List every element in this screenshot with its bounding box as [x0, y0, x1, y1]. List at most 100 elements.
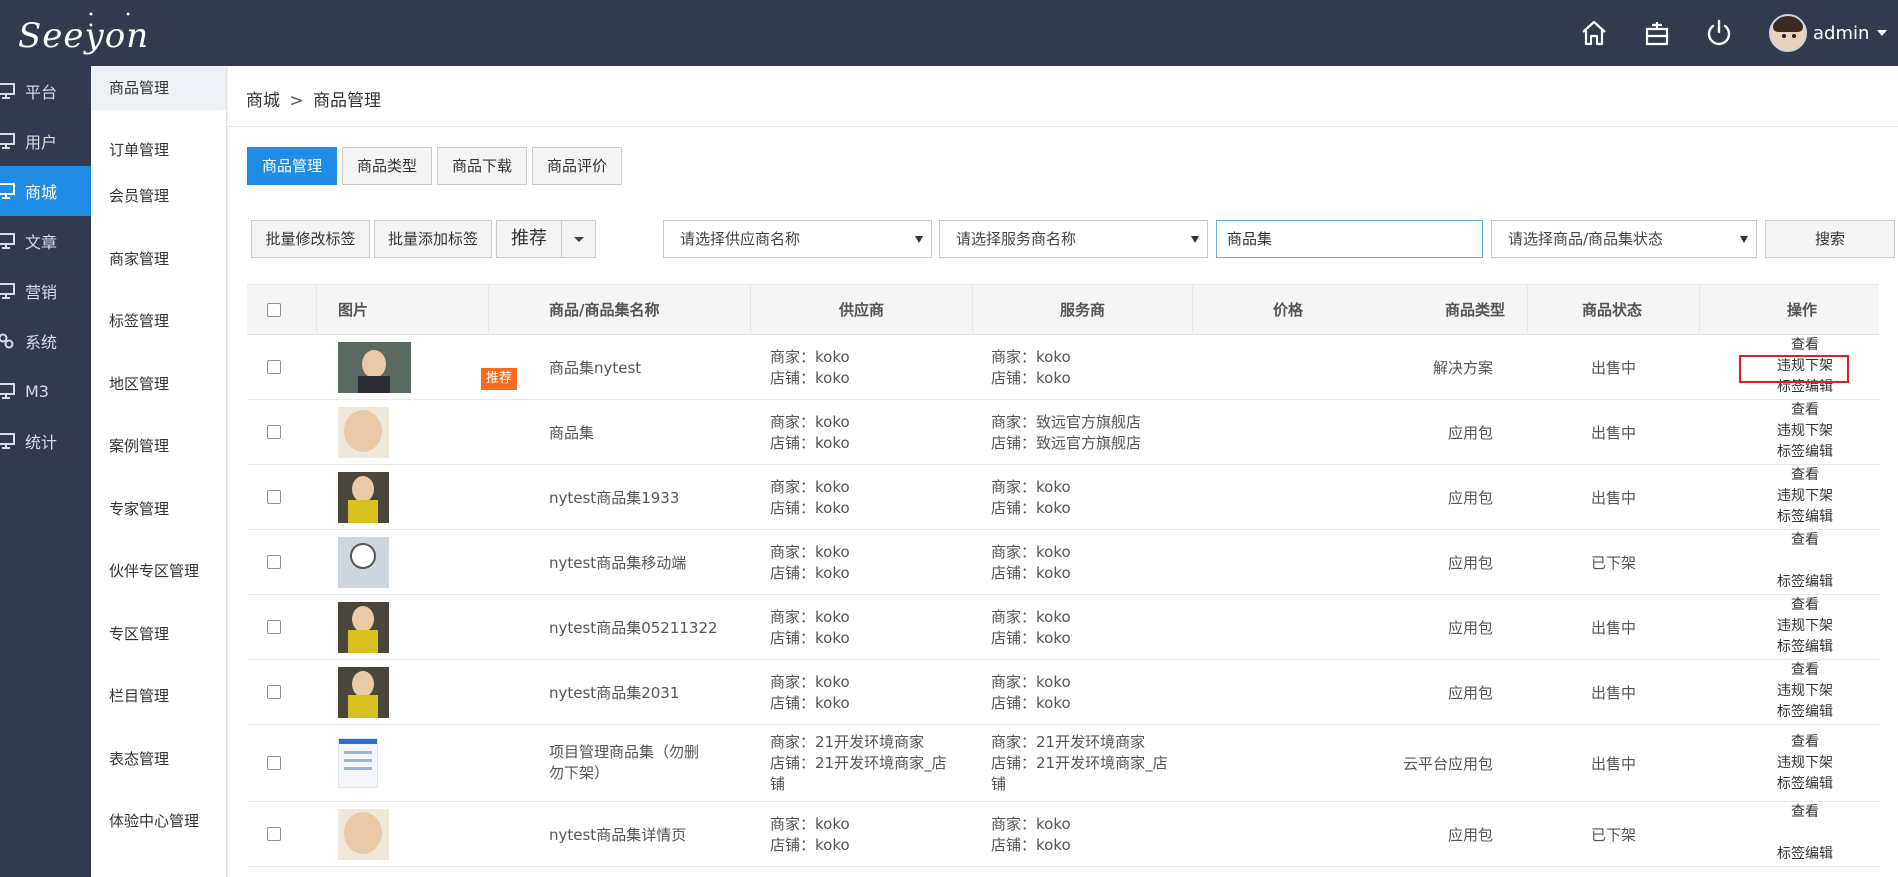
view-link[interactable]: 查看: [1745, 465, 1865, 486]
shop-icon[interactable]: [1642, 18, 1672, 48]
nav-item-platform[interactable]: 平台: [0, 66, 91, 116]
power-icon[interactable]: [1704, 18, 1734, 48]
table-row: nytest商品集1933 商家：koko 店铺：koko 商家：koko 店铺：k…: [247, 465, 1879, 530]
row-checkbox[interactable]: [267, 756, 281, 770]
recommend-button[interactable]: 推荐: [496, 220, 562, 258]
violation-remove-link[interactable]: 违规下架: [1745, 616, 1865, 637]
subnav-item-members[interactable]: 会员管理: [91, 165, 226, 228]
user-menu[interactable]: admin: [1769, 14, 1888, 52]
search-button[interactable]: 搜索: [1765, 220, 1895, 258]
nav-item-stats[interactable]: 统计: [0, 416, 91, 466]
tab-product-management[interactable]: 商品管理: [247, 147, 338, 185]
status-select[interactable]: 请选择商品/商品集状态: [1491, 220, 1757, 258]
breadcrumb-parent[interactable]: 商城: [246, 91, 280, 111]
service-shop: 店铺：致远官方旗舰店: [991, 434, 1142, 452]
product-type: 云平台应用包: [1402, 755, 1493, 773]
row-checkbox[interactable]: [267, 360, 281, 374]
brand-logo[interactable]: • • • Seeyon: [18, 10, 149, 56]
supplier-shop: 店铺：koko: [770, 694, 850, 712]
product-name: nytest商品集1933: [549, 489, 680, 507]
product-type: 应用包: [1447, 554, 1493, 572]
recommend-dropdown-toggle[interactable]: [561, 220, 596, 258]
violation-remove-link[interactable]: 违规下架: [1745, 356, 1865, 377]
subnav-item-cases[interactable]: 案例管理: [91, 415, 226, 478]
view-link[interactable]: 查看: [1745, 595, 1865, 616]
violation-remove-link[interactable]: 违规下架: [1745, 421, 1865, 442]
row-checkbox[interactable]: [267, 425, 281, 439]
search-input[interactable]: 商品集: [1216, 220, 1483, 258]
row-actions: 查看 违规下架 标签编辑: [1745, 732, 1865, 795]
subnav-item-zones[interactable]: 专区管理: [91, 603, 226, 666]
subnav-item-product-management[interactable]: 商品管理: [91, 66, 226, 110]
supplier-select[interactable]: 请选择供应商名称: [663, 220, 932, 258]
violation-remove-link[interactable]: [1745, 551, 1865, 572]
breadcrumb-current: 商品管理: [313, 91, 382, 111]
product-thumbnail: [338, 738, 378, 788]
tag-edit-link[interactable]: 标签编辑: [1745, 442, 1865, 463]
subnav-item-merchants[interactable]: 商家管理: [91, 228, 226, 291]
dropdown-arrow-icon: [1191, 236, 1199, 243]
nav-item-users[interactable]: 用户: [0, 116, 91, 166]
tag-edit-link[interactable]: 标签编辑: [1745, 844, 1865, 865]
row-checkbox[interactable]: [267, 555, 281, 569]
service-info: 商家：koko 店铺：koko: [991, 347, 1191, 389]
view-link[interactable]: 查看: [1745, 530, 1865, 551]
nav-item-marketing[interactable]: 营销: [0, 266, 91, 316]
row-checkbox[interactable]: [267, 490, 281, 504]
nav-label: 用户: [25, 133, 58, 152]
violation-remove-link[interactable]: 违规下架: [1745, 486, 1865, 507]
row-checkbox[interactable]: [267, 620, 281, 634]
row-actions: 查看 违规下架 标签编辑: [1745, 335, 1865, 398]
gears-icon: [0, 332, 15, 350]
home-icon[interactable]: [1579, 18, 1609, 48]
view-link[interactable]: 查看: [1745, 400, 1865, 421]
subnav-item-experience-center[interactable]: 体验中心管理: [91, 790, 226, 853]
violation-remove-link[interactable]: [1745, 823, 1865, 844]
violation-remove-link[interactable]: 违规下架: [1745, 753, 1865, 774]
violation-remove-link[interactable]: 违规下架: [1745, 681, 1865, 702]
divider: [228, 126, 1898, 127]
nav-item-m3[interactable]: M3: [0, 366, 91, 416]
tag-edit-link[interactable]: 标签编辑: [1745, 774, 1865, 795]
tag-edit-link[interactable]: 标签编辑: [1745, 702, 1865, 723]
subnav-item-columns[interactable]: 栏目管理: [91, 665, 226, 728]
subnav-item-partner-zone[interactable]: 伙伴专区管理: [91, 540, 226, 603]
breadcrumb: 商城 > 商品管理: [246, 86, 381, 111]
subnav-item-orders[interactable]: 订单管理: [91, 110, 226, 165]
supplier-select-value: 请选择供应商名称: [680, 230, 801, 248]
batch-add-tags-button[interactable]: 批量添加标签: [374, 220, 492, 258]
service-merchant: 商家：koko: [991, 543, 1071, 561]
filter-toolbar: 批量修改标签 批量添加标签 推荐 请选择供应商名称 请选择服务商名称 商品集 请…: [251, 220, 1898, 258]
service-shop: 店铺：koko: [991, 499, 1071, 517]
tab-product-types[interactable]: 商品类型: [342, 147, 433, 185]
tab-product-reviews[interactable]: 商品评价: [532, 147, 623, 185]
view-link[interactable]: 查看: [1745, 660, 1865, 681]
tab-product-downloads[interactable]: 商品下载: [437, 147, 528, 185]
service-provider-select[interactable]: 请选择服务商名称: [939, 220, 1208, 258]
nav-label: M3: [25, 381, 49, 401]
tag-edit-link[interactable]: 标签编辑: [1745, 377, 1865, 398]
tag-edit-link[interactable]: 标签编辑: [1745, 637, 1865, 658]
row-checkbox[interactable]: [267, 685, 281, 699]
product-status: 出售中: [1591, 424, 1637, 442]
tag-edit-link[interactable]: 标签编辑: [1745, 572, 1865, 593]
view-link[interactable]: 查看: [1745, 335, 1865, 356]
view-link[interactable]: 查看: [1745, 802, 1865, 823]
subnav-item-regions[interactable]: 地区管理: [91, 353, 226, 416]
view-link[interactable]: 查看: [1745, 732, 1865, 753]
breadcrumb-separator: >: [289, 91, 304, 111]
subnav-item-tags[interactable]: 标签管理: [91, 290, 226, 353]
tag-edit-link[interactable]: 标签编辑: [1745, 507, 1865, 528]
row-checkbox[interactable]: [267, 827, 281, 841]
subnav-item-attitude[interactable]: 表态管理: [91, 728, 226, 791]
monitor-icon: [0, 432, 15, 450]
monitor-icon: [0, 232, 15, 250]
service-merchant: 商家：koko: [991, 478, 1071, 496]
service-info: 商家：致远官方旗舰店 店铺：致远官方旗舰店: [991, 412, 1191, 454]
nav-item-system[interactable]: 系统: [0, 316, 91, 366]
nav-item-articles[interactable]: 文章: [0, 216, 91, 266]
batch-edit-tags-button[interactable]: 批量修改标签: [251, 220, 370, 258]
supplier-info: 商家：koko 店铺：koko: [770, 412, 970, 454]
subnav-item-experts[interactable]: 专家管理: [91, 478, 226, 541]
nav-item-mall[interactable]: 商城: [0, 166, 91, 216]
